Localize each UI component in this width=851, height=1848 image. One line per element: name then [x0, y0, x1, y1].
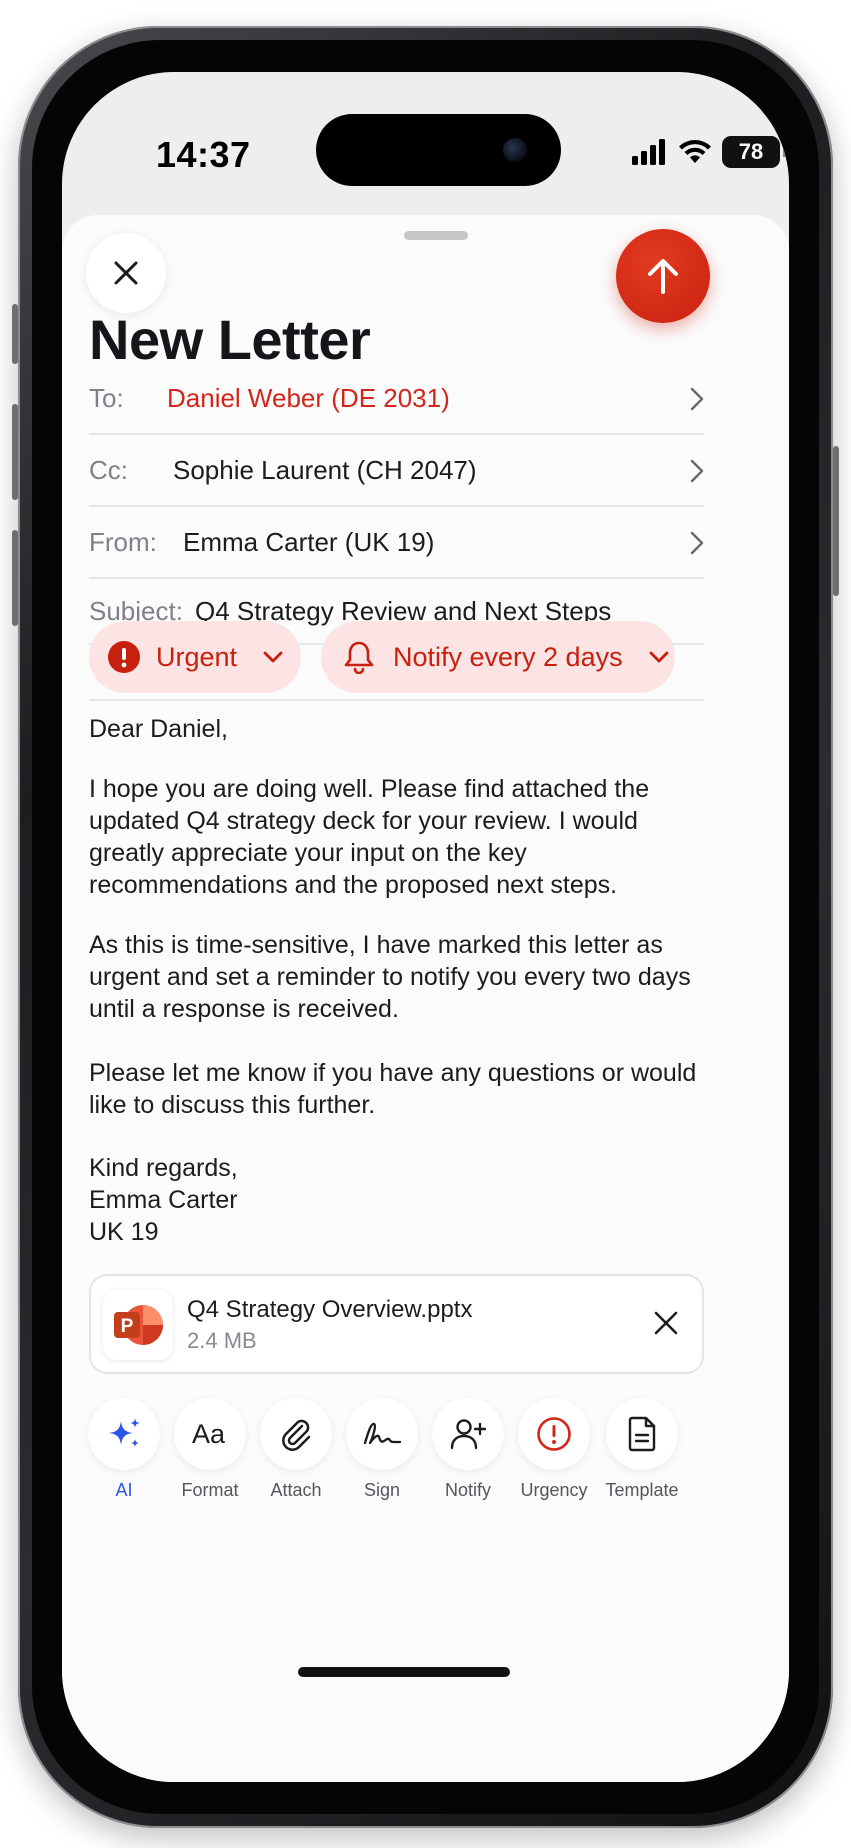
letter-paragraph-3: Please let me know if you have any quest… — [89, 1059, 697, 1119]
from-field[interactable]: From: Emma Carter (UK 19) — [89, 507, 704, 579]
chevron-right-icon — [690, 387, 704, 411]
paperclip-icon — [282, 1419, 311, 1451]
svg-text:P: P — [121, 1316, 134, 1337]
close-icon — [114, 261, 138, 285]
cellular-signal-icon — [632, 139, 665, 165]
attach-label: Attach — [270, 1480, 322, 1500]
format-button[interactable]: Aa Format — [170, 1398, 250, 1501]
cc-value: Sophie Laurent (CH 2047) — [173, 454, 477, 485]
svg-text:Aa: Aa — [192, 1419, 226, 1449]
status-icons: 78 — [632, 136, 787, 168]
signature-icon — [363, 1422, 402, 1445]
person-add-icon — [450, 1419, 486, 1450]
remove-attachment-icon[interactable] — [652, 1309, 680, 1337]
notify-button[interactable]: Notify — [428, 1398, 508, 1501]
ai-label: AI — [115, 1480, 133, 1500]
phone-frame: 14:37 78 New Letter To: Daniel Weber (DE… — [12, 26, 839, 1828]
attach-button[interactable]: Attach — [256, 1398, 336, 1501]
arrow-up-icon — [648, 259, 678, 294]
battery-level: 78 — [738, 139, 764, 164]
send-button[interactable] — [616, 229, 710, 323]
divider — [89, 699, 704, 701]
volume-down-button — [12, 530, 18, 626]
ai-button[interactable]: AI — [84, 1398, 164, 1501]
status-time: 14:37 — [156, 134, 251, 175]
notify-label: Notify — [444, 1480, 491, 1500]
template-label: Template — [605, 1480, 679, 1500]
compose-toolbar: AI Aa Format Attach Sign Notify Urgency … — [84, 1398, 724, 1508]
attachment-name: Q4 Strategy Overview.pptx — [187, 1296, 473, 1323]
text-format-icon: Aa — [192, 1419, 226, 1449]
close-button[interactable] — [86, 233, 166, 313]
template-button[interactable]: Template — [602, 1398, 682, 1501]
cc-field[interactable]: Cc: Sophie Laurent (CH 2047) — [89, 435, 704, 507]
urgency-chip-label: Urgent — [156, 641, 238, 672]
reminder-chip[interactable]: Notify every 2 days — [321, 621, 675, 693]
from-value: Emma Carter (UK 19) — [183, 526, 435, 557]
letter-closing: Kind regards, — [89, 1154, 238, 1182]
letter-paragraph-1: I hope you are doing well. Please find a… — [89, 775, 650, 899]
letter-signature-office: UK 19 — [89, 1218, 159, 1246]
reminder-chip-label: Notify every 2 days — [393, 641, 623, 672]
wifi-icon — [679, 140, 711, 163]
cc-label: Cc: — [89, 454, 128, 485]
from-label: From: — [89, 526, 157, 557]
battery-indicator: 78 — [722, 136, 787, 168]
chevron-right-icon — [690, 531, 704, 555]
compose-sheet: New Letter To: Daniel Weber (DE 2031) Cc… — [62, 215, 789, 1782]
chevron-down-icon — [649, 651, 668, 663]
attachment-size: 2.4 MB — [187, 1328, 257, 1353]
to-value: Daniel Weber (DE 2031) — [167, 382, 450, 413]
letter-greeting: Dear Daniel, — [89, 715, 228, 743]
letter-paragraph-2: As this is time-sensitive, I have marked… — [89, 931, 691, 1023]
action-button — [12, 304, 18, 364]
powerpoint-icon: P — [103, 1290, 173, 1360]
volume-up-button — [12, 404, 18, 500]
document-icon — [628, 1416, 656, 1452]
chevron-right-icon — [690, 459, 704, 483]
bell-icon — [344, 641, 374, 674]
sign-label: Sign — [363, 1480, 401, 1500]
sparkle-icon — [109, 1418, 140, 1447]
exclamation-circle-icon — [537, 1417, 571, 1451]
urgency-label: Urgency — [520, 1480, 588, 1500]
format-label: Format — [181, 1480, 239, 1500]
urgency-button[interactable]: Urgency — [514, 1398, 594, 1501]
attachment-card[interactable]: P Q4 Strategy Overview.pptx 2.4 MB — [89, 1274, 704, 1374]
power-button — [833, 446, 839, 596]
bezel: 14:37 78 New Letter To: Daniel Weber (DE… — [32, 40, 819, 1814]
urgency-chip[interactable]: Urgent — [89, 621, 301, 693]
camera-icon — [503, 138, 527, 162]
chevron-down-icon — [263, 651, 283, 663]
to-label: To: — [89, 382, 124, 413]
home-indicator[interactable] — [298, 1667, 510, 1677]
letter-signature-name: Emma Carter — [89, 1186, 238, 1214]
exclamation-circle-icon — [108, 641, 140, 673]
sheet-grabber[interactable] — [404, 231, 468, 240]
screen: 14:37 78 New Letter To: Daniel Weber (DE… — [62, 72, 789, 1782]
to-field[interactable]: To: Daniel Weber (DE 2031) — [89, 363, 704, 435]
dynamic-island — [316, 114, 561, 186]
sign-button[interactable]: Sign — [342, 1398, 422, 1501]
